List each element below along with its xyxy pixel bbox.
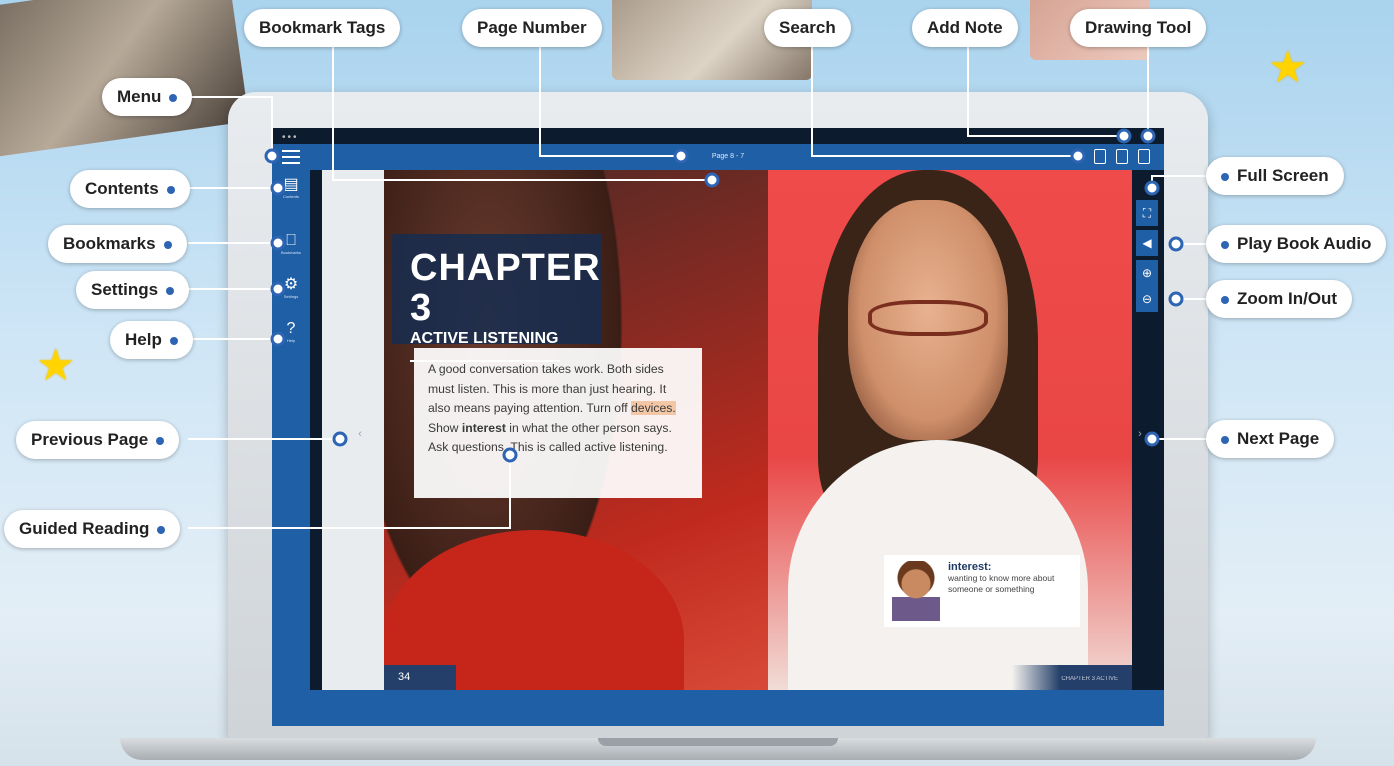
callout-bookmark-tags: Bookmark Tags (244, 9, 401, 47)
callout-label: Bookmarks (63, 234, 156, 253)
callout-drawing-tool: Drawing Tool (1070, 9, 1207, 47)
glossary-term: interest: (948, 561, 992, 573)
callout-dot (166, 286, 175, 295)
chapter-title: CHAPTER 3 (410, 247, 601, 329)
callout-label: Previous Page (31, 430, 149, 449)
question-icon: ? (286, 320, 296, 337)
callout-dot (157, 525, 166, 534)
reader-sidebar: ▤ Contents ⎕ Bookmarks ⚙ Settings ? Help (272, 170, 310, 690)
callout-guided-reading: Guided Reading (4, 510, 181, 548)
zoom-in-icon[interactable]: ⊕ (1136, 260, 1158, 286)
laptop-notch (598, 738, 838, 746)
callout-zoom-in-out: Zoom In/Out (1206, 280, 1353, 318)
speaker-icon[interactable]: ◀ (1136, 230, 1158, 256)
search-icon[interactable] (1094, 149, 1106, 164)
reader-screen: ••• Page 8 - 7 ▤ Contents ⎕ Bookmarks ⚙ … (272, 128, 1164, 726)
callout-settings: Settings (76, 271, 190, 309)
avatar (892, 561, 940, 621)
add-note-icon[interactable] (1116, 149, 1128, 164)
callout-dot (1221, 240, 1229, 249)
gear-icon: ⚙ (283, 276, 299, 293)
callout-dot (166, 185, 175, 194)
callout-bookmarks: Bookmarks (48, 225, 187, 263)
callout-dot (163, 240, 172, 249)
callout-label: Settings (91, 280, 159, 299)
document-icon: ▤ (283, 176, 299, 193)
star-icon: ★ (1268, 43, 1308, 92)
callout-label: Drawing Tool (1085, 18, 1192, 37)
passage-text: Show (428, 420, 462, 435)
glossary-definition: wanting to know more about someone or so… (948, 573, 1055, 594)
callout-menu: Menu (102, 78, 193, 116)
callout-search: Search (764, 9, 851, 47)
fullscreen-icon[interactable]: ⛶ (1136, 200, 1158, 226)
callout-dot (169, 93, 178, 102)
book-spread: CHAPTER 3 ACTIVE LISTENING A good conver… (322, 170, 1132, 710)
callout-previous-page: Previous Page (16, 421, 180, 459)
left-page: CHAPTER 3 ACTIVE LISTENING A good conver… (384, 170, 768, 690)
right-toolbar: ⛶ ◀ ⊕ ⊖ (1136, 200, 1158, 316)
callout-label: Guided Reading (19, 519, 150, 538)
callout-dot (169, 336, 178, 345)
callout-add-note: Add Note (912, 9, 1018, 47)
guided-reading-passage[interactable]: A good conversation takes work. Both sid… (414, 348, 702, 498)
page-number-right: CHAPTER 3 ACTIVE LISTENING35 (1012, 665, 1132, 710)
previous-page-arrow-icon[interactable]: ‹ (354, 428, 366, 440)
toolbar-actions (1094, 149, 1150, 164)
sidebar-item-label: Settings (283, 294, 299, 299)
callout-dot (1221, 172, 1229, 181)
callout-label: Play Book Audio (1237, 234, 1372, 253)
callout-label: Add Note (927, 18, 1003, 37)
callout-label: Next Page (1237, 429, 1320, 448)
sidebar-item-label: Help (286, 338, 296, 343)
chapter-subtitle: ACTIVE LISTENING (410, 330, 559, 347)
sidebar-item-bookmarks[interactable]: ⎕ Bookmarks (272, 232, 310, 255)
callout-label: Full Screen (1237, 166, 1329, 185)
callout-label: Contents (85, 179, 159, 198)
sidebar-item-label: Contents (282, 194, 299, 199)
sidebar-item-settings[interactable]: ⚙ Settings (272, 276, 310, 299)
callout-dot (156, 436, 165, 445)
sidebar-item-contents[interactable]: ▤ Contents (272, 176, 310, 199)
bottom-bar (272, 690, 1164, 726)
zoom-out-icon[interactable]: ⊖ (1136, 286, 1158, 312)
drawing-tool-icon[interactable] (1138, 149, 1150, 164)
callout-label: Page Number (477, 18, 587, 37)
callout-label: Zoom In/Out (1237, 289, 1338, 308)
callout-label: Menu (117, 87, 162, 106)
window-dots-icon: ••• (282, 132, 299, 143)
page-number-field[interactable]: Page 8 - 7 (700, 149, 756, 165)
bookmark-icon: ⎕ (286, 232, 296, 249)
star-icon: ★ (36, 341, 76, 390)
girl-glasses (868, 300, 988, 336)
right-page: interest: wanting to know more about som… (768, 170, 1132, 690)
reader-toolbar: Page 8 - 7 (272, 144, 1164, 170)
menu-icon[interactable] (282, 150, 300, 164)
sidebar-item-label: Bookmarks (280, 250, 301, 255)
callout-help: Help (110, 321, 193, 359)
glossary-popup: interest: wanting to know more about som… (884, 555, 1080, 627)
callout-page-number: Page Number (462, 9, 602, 47)
sidebar-item-help[interactable]: ? Help (272, 320, 310, 343)
callout-label: Search (779, 18, 836, 37)
callout-label: Help (125, 330, 162, 349)
page-number-left: 34 (384, 665, 456, 690)
glossary-word[interactable]: interest (462, 421, 506, 435)
callout-dot (1221, 295, 1229, 304)
chapter-heading: CHAPTER 3 ACTIVE LISTENING (392, 234, 602, 362)
callout-play-book-audio: Play Book Audio (1206, 225, 1387, 263)
highlighted-word[interactable]: devices. (631, 401, 676, 415)
callout-dot (1221, 435, 1229, 444)
callout-contents: Contents (70, 170, 190, 208)
callout-label: Bookmark Tags (259, 18, 386, 37)
callout-full-screen: Full Screen (1206, 157, 1344, 195)
callout-next-page: Next Page (1206, 420, 1335, 458)
next-page-arrow-icon[interactable]: › (1134, 428, 1146, 440)
